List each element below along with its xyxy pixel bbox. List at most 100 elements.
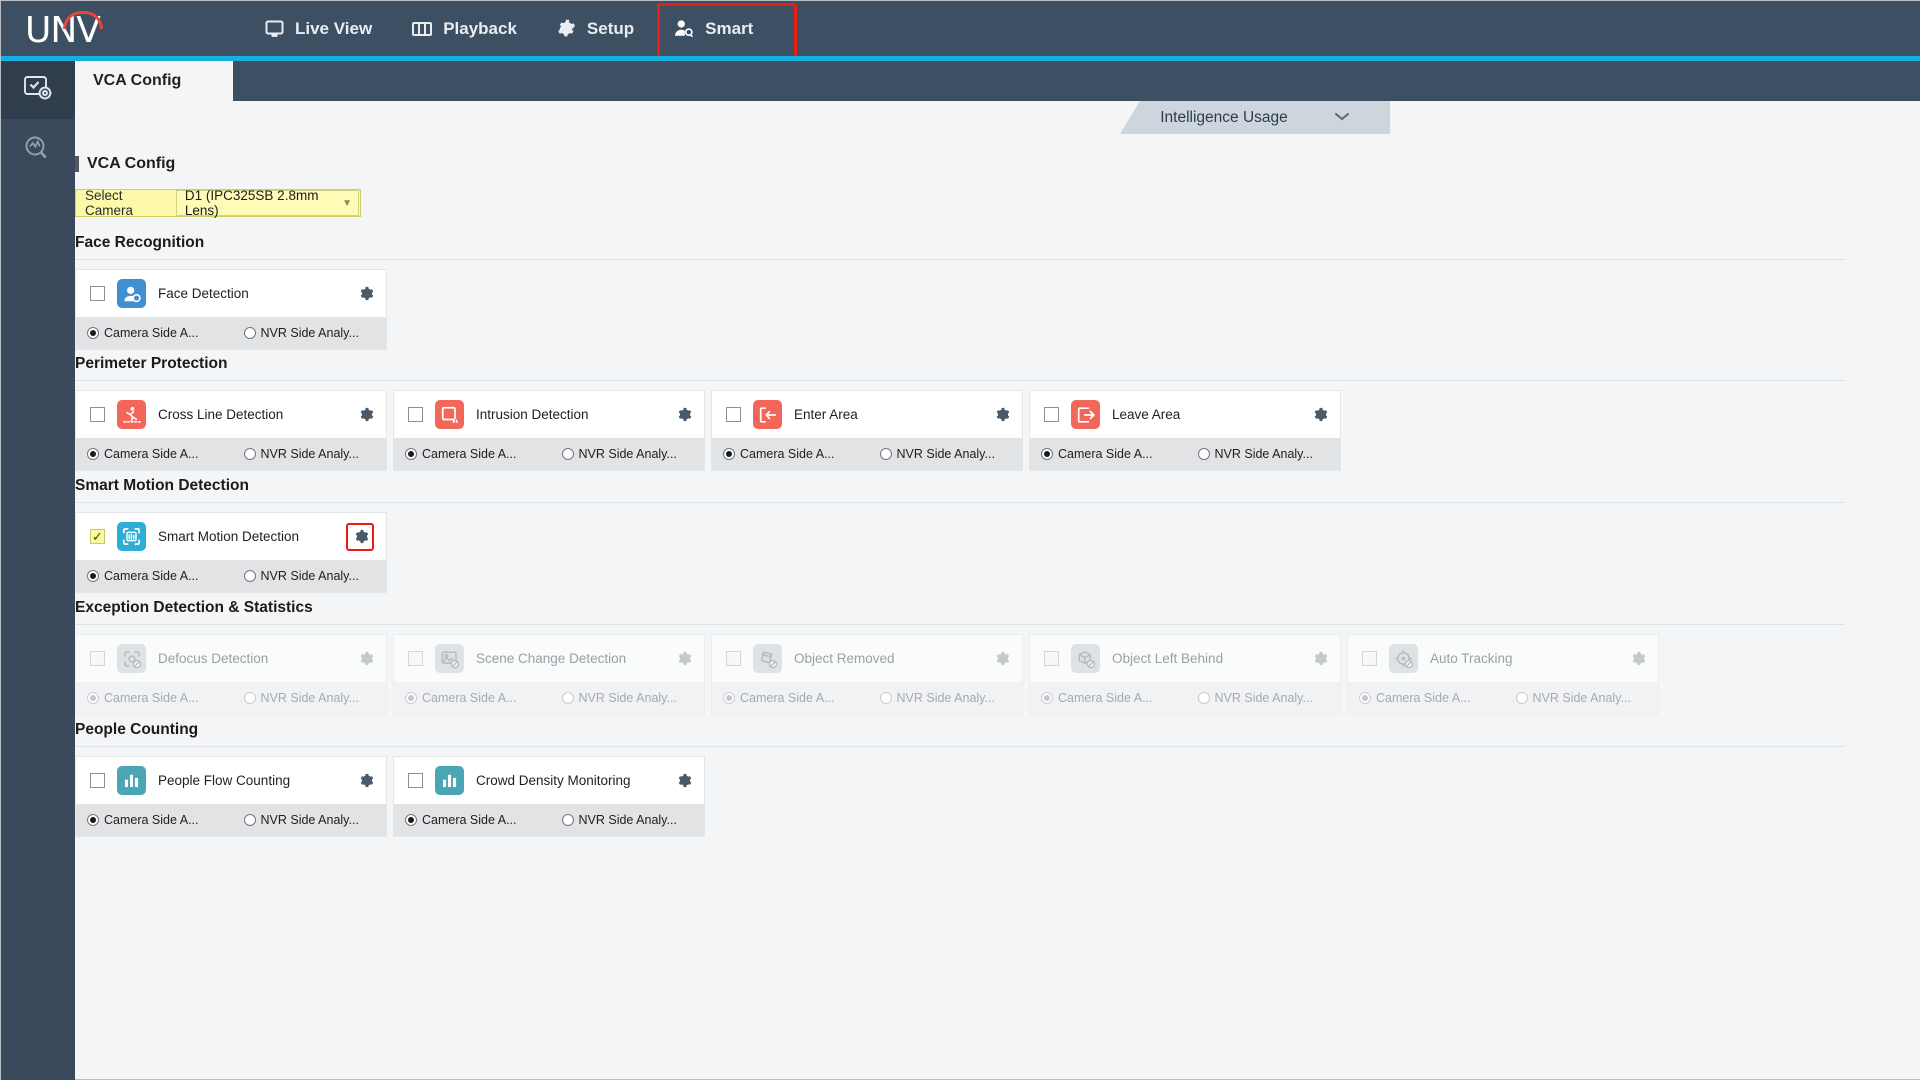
radio-label: NVR Side Analy... [1214, 691, 1313, 705]
radio-button [1197, 448, 1210, 460]
tab-strip: VCA Config [75, 61, 1920, 101]
nav-item-setup[interactable]: Setup [537, 1, 654, 56]
radio-camera-side-analysis[interactable]: Camera Side A... [87, 813, 199, 827]
radio-nvr-side-analysis[interactable]: NVR Side Analy... [561, 813, 677, 827]
settings-button[interactable] [993, 650, 1010, 667]
feature-card: ✓ Smart Motion Detection Camera Side A..… [75, 512, 387, 593]
radio-nvr-side-analysis[interactable]: NVR Side Analy... [1197, 691, 1313, 705]
radio-button [405, 814, 417, 826]
application-window: UNV Live View Playback Setup Smart VCA C… [0, 0, 1920, 1080]
settings-button[interactable] [675, 406, 692, 423]
radio-nvr-side-analysis[interactable]: NVR Side Analy... [243, 691, 359, 705]
card-row: Cross Line Detection Camera Side A... NV… [75, 381, 1845, 471]
radio-nvr-side-analysis[interactable]: NVR Side Analy... [1197, 447, 1313, 461]
monitor-icon [265, 20, 284, 38]
settings-button[interactable] [675, 650, 692, 667]
feature-checkbox[interactable] [90, 773, 105, 788]
card-row: Defocus Detection Camera Side A... NVR S… [75, 625, 1845, 715]
feature-title: Face Detection [158, 286, 249, 301]
feature-checkbox[interactable] [1044, 407, 1059, 422]
feature-checkbox[interactable] [90, 651, 105, 666]
feature-card-header: Defocus Detection [75, 634, 387, 682]
radio-nvr-side-analysis[interactable]: NVR Side Analy... [243, 813, 359, 827]
analysis-mode-row: Camera Side A... NVR Side Analy... [75, 804, 387, 837]
settings-button[interactable] [1629, 650, 1646, 667]
feature-checkbox[interactable]: ✓ [90, 529, 105, 544]
radio-nvr-side-analysis[interactable]: NVR Side Analy... [1515, 691, 1631, 705]
feature-checkbox[interactable] [408, 407, 423, 422]
feature-card-header: Leave Area [1029, 390, 1341, 438]
intelligence-usage-tab[interactable]: Intelligence Usage [1120, 101, 1390, 134]
radio-camera-side-analysis[interactable]: Camera Side A... [87, 569, 199, 583]
radio-label: Camera Side A... [104, 326, 199, 340]
feature-checkbox[interactable] [1362, 651, 1377, 666]
feature-card-header: Object Left Behind [1029, 634, 1341, 682]
camera-select-dropdown[interactable]: D1 (IPC325SB 2.8mm Lens) ▼ [175, 188, 359, 218]
radio-camera-side-analysis[interactable]: Camera Side A... [723, 691, 835, 705]
radio-camera-side-analysis[interactable]: Camera Side A... [87, 326, 199, 340]
radio-label: NVR Side Analy... [260, 569, 359, 583]
radio-nvr-side-analysis[interactable]: NVR Side Analy... [879, 691, 995, 705]
radio-nvr-side-analysis[interactable]: NVR Side Analy... [561, 691, 677, 705]
settings-button[interactable] [357, 285, 374, 302]
radio-nvr-side-analysis[interactable]: NVR Side Analy... [879, 447, 995, 461]
feature-card: Defocus Detection Camera Side A... NVR S… [75, 634, 387, 715]
analysis-mode-row: Camera Side A... NVR Side Analy... [393, 682, 705, 715]
feature-checkbox[interactable] [408, 651, 423, 666]
feature-checkbox[interactable] [90, 407, 105, 422]
radio-nvr-side-analysis[interactable]: NVR Side Analy... [243, 569, 359, 583]
tab-vca-config[interactable]: VCA Config [75, 61, 233, 101]
top-navigation-bar: UNV Live View Playback Setup Smart [1, 1, 1920, 59]
group-face-recognition: Face Recognition Face Detection Camera S… [75, 234, 1845, 350]
radio-camera-side-analysis[interactable]: Camera Side A... [1359, 691, 1471, 705]
settings-button[interactable] [1311, 650, 1328, 667]
feature-title: Object Left Behind [1112, 651, 1224, 666]
settings-button[interactable] [357, 406, 374, 423]
analysis-mode-row: Camera Side A... NVR Side Analy... [711, 438, 1023, 471]
nav-item-playback[interactable]: Playback [392, 1, 537, 56]
feature-checkbox[interactable] [408, 773, 423, 788]
radio-button [1197, 692, 1210, 704]
settings-button[interactable] [993, 406, 1010, 423]
feature-card-header: Enter Area [711, 390, 1023, 438]
sidebar-item-vca-config[interactable] [1, 61, 75, 119]
settings-button[interactable] [675, 772, 692, 789]
radio-nvr-side-analysis[interactable]: NVR Side Analy... [561, 447, 677, 461]
radio-button [87, 327, 99, 339]
radio-label: NVR Side Analy... [1214, 447, 1313, 461]
nav-label-setup: Setup [586, 18, 635, 38]
feature-checkbox[interactable] [1044, 651, 1059, 666]
nav-item-smart[interactable]: Smart [654, 1, 774, 56]
radio-camera-side-analysis[interactable]: Camera Side A... [405, 447, 517, 461]
radio-camera-side-analysis[interactable]: Camera Side A... [723, 447, 835, 461]
feature-card: Cross Line Detection Camera Side A... NV… [75, 390, 387, 471]
radio-camera-side-analysis[interactable]: Camera Side A... [87, 447, 199, 461]
radio-camera-side-analysis[interactable]: Camera Side A... [405, 813, 517, 827]
settings-button[interactable] [346, 522, 374, 551]
sidebar-item-search-analytics[interactable] [1, 119, 75, 177]
feature-checkbox[interactable] [726, 407, 741, 422]
radio-camera-side-analysis[interactable]: Camera Side A... [1041, 447, 1153, 461]
radio-camera-side-analysis[interactable]: Camera Side A... [87, 691, 199, 705]
radio-nvr-side-analysis[interactable]: NVR Side Analy... [243, 326, 359, 340]
feature-checkbox[interactable] [90, 286, 105, 301]
settings-highlight-box [346, 522, 374, 551]
cross-line-icon [117, 400, 146, 429]
settings-button[interactable] [357, 772, 374, 789]
camera-selector-row: Select Camera D1 (IPC325SB 2.8mm Lens) ▼ [75, 188, 361, 218]
radio-camera-side-analysis[interactable]: Camera Side A... [1041, 691, 1153, 705]
analysis-mode-row: Camera Side A... NVR Side Analy... [75, 560, 387, 593]
feature-checkbox[interactable] [726, 651, 741, 666]
nav-label-playback: Playback [443, 18, 517, 38]
auto-tracking-icon [1389, 644, 1418, 673]
group-title: Exception Detection & Statistics [75, 599, 313, 616]
object-left-behind-icon [1071, 644, 1100, 673]
settings-button[interactable] [357, 650, 374, 667]
radio-label: NVR Side Analy... [578, 813, 677, 827]
radio-button [243, 327, 256, 339]
settings-button[interactable] [1311, 406, 1328, 423]
nav-label-live-view: Live View [295, 18, 373, 38]
radio-nvr-side-analysis[interactable]: NVR Side Analy... [243, 447, 359, 461]
radio-camera-side-analysis[interactable]: Camera Side A... [405, 691, 517, 705]
nav-item-live-view[interactable]: Live View [245, 1, 392, 56]
